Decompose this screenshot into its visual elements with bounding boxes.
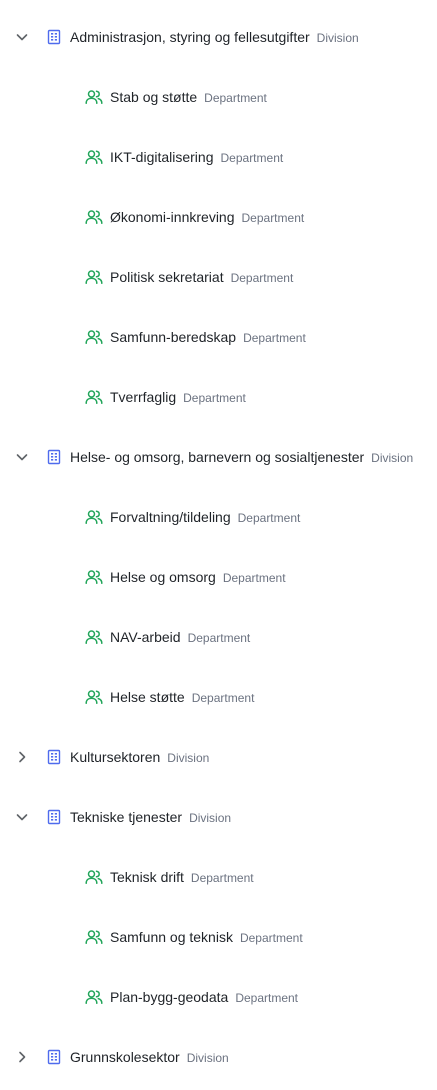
tree-item-label: Helse- og omsorg, barnevern og sosialtje… — [70, 449, 413, 465]
users-icon — [85, 89, 103, 105]
tree-row-division-grunnskolesektor[interactable]: Grunnskolesektor Division — [0, 1041, 437, 1073]
tree-row-department-politisk-sekretariat[interactable]: Politisk sekretariat Department — [0, 261, 437, 293]
division-name: Administrasjon, styring og fellesutgifte… — [70, 29, 310, 45]
node-type-label: Department — [230, 271, 294, 285]
tree-item-label: Stab og støtte Department — [110, 89, 267, 105]
building-icon — [47, 1049, 61, 1065]
tree-item-label: Samfunn og teknisk Department — [110, 929, 303, 945]
tree-row-department-helse-og-omsorg[interactable]: Helse og omsorg Department — [0, 561, 437, 593]
department-name: Forvaltning/tildeling — [110, 509, 231, 525]
tree-row-division-administrasjon-styring-og-fellesutgifter[interactable]: Administrasjon, styring og fellesutgifte… — [0, 21, 437, 53]
department-name: Stab og støtte — [110, 89, 198, 105]
node-type-label: Department — [243, 331, 306, 345]
tree-row-division-helse-og-omsorg-barnevern-og-sosialtjenester[interactable]: Helse- og omsorg, barnevern og sosialtje… — [0, 441, 437, 473]
department-name: IKT-digitalisering — [110, 149, 214, 165]
tree-row-department-okonomi-innkreving[interactable]: Økonomi-innkreving Department — [0, 201, 437, 233]
chevron-right-icon[interactable] — [14, 749, 30, 765]
tree-item-label: Samfunn-beredskap Department — [110, 329, 306, 345]
node-type-label: Department — [237, 511, 301, 525]
building-icon — [47, 29, 61, 45]
tree-item-label: Tekniske tjenester Division — [70, 809, 231, 825]
tree-item-label: Politisk sekretariat Department — [110, 269, 293, 285]
building-icon — [47, 809, 61, 825]
department-name: NAV-arbeid — [110, 629, 181, 645]
tree-row-department-stab-og-stotte[interactable]: Stab og støtte Department — [0, 81, 437, 113]
node-type-label: Department — [204, 91, 267, 105]
users-icon — [85, 569, 103, 585]
chevron-down-icon[interactable] — [14, 449, 30, 465]
users-icon — [85, 629, 103, 645]
department-name: Politisk sekretariat — [110, 269, 224, 285]
tree-item-label: Kultursektoren Division — [70, 749, 209, 765]
tree-item-label: Grunnskolesektor Division — [70, 1049, 229, 1065]
users-icon — [85, 209, 103, 225]
tree-item-label: Teknisk drift Department — [110, 869, 254, 885]
department-name: Økonomi-innkreving — [110, 209, 235, 225]
tree-item-label: Forvaltning/tildeling Department — [110, 509, 300, 525]
node-type-label: Department — [191, 691, 255, 705]
tree-row-department-nav-arbeid[interactable]: NAV-arbeid Department — [0, 621, 437, 653]
department-name: Tverrfaglig — [110, 389, 177, 405]
node-type-label: Department — [241, 211, 305, 225]
division-name: Tekniske tjenester — [70, 809, 183, 825]
users-icon — [85, 269, 103, 285]
users-icon — [85, 329, 103, 345]
node-type-label: Department — [235, 991, 299, 1005]
building-icon — [47, 449, 61, 465]
node-type-label: Division — [167, 751, 210, 765]
building-icon — [47, 749, 61, 765]
tree-item-label: NAV-arbeid Department — [110, 629, 250, 645]
tree-item-label: Administrasjon, styring og fellesutgifte… — [70, 29, 359, 45]
chevron-right-icon[interactable] — [14, 1049, 30, 1065]
node-type-label: Department — [183, 391, 246, 405]
chevron-down-icon[interactable] — [14, 809, 30, 825]
tree-row-department-plan-bygg-geodata[interactable]: Plan-bygg-geodata Department — [0, 981, 437, 1013]
department-name: Helse støtte — [110, 689, 185, 705]
node-type-label: Division — [189, 811, 232, 825]
node-type-label: Division — [186, 1051, 229, 1065]
division-name: Grunnskolesektor — [70, 1049, 180, 1065]
users-icon — [85, 869, 103, 885]
node-type-label: Department — [220, 151, 284, 165]
tree-item-label: Helse og omsorg Department — [110, 569, 286, 585]
node-type-label: Department — [239, 931, 303, 945]
users-icon — [85, 509, 103, 525]
division-name: Helse- og omsorg, barnevern og sosialtje… — [70, 449, 365, 465]
users-icon — [85, 989, 103, 1005]
tree-row-department-teknisk-drift[interactable]: Teknisk drift Department — [0, 861, 437, 893]
users-icon — [85, 689, 103, 705]
tree-row-department-helse-stotte[interactable]: Helse støtte Department — [0, 681, 437, 713]
users-icon — [85, 929, 103, 945]
tree-row-department-samfunn-beredskap[interactable]: Samfunn-beredskap Department — [0, 321, 437, 353]
tree-row-department-forvaltning-tildeling[interactable]: Forvaltning/tildeling Department — [0, 501, 437, 533]
node-type-label: Department — [222, 571, 286, 585]
department-name: Teknisk drift — [110, 869, 184, 885]
node-type-label: Department — [190, 871, 254, 885]
tree-row-department-samfunn-og-teknisk[interactable]: Samfunn og teknisk Department — [0, 921, 437, 953]
tree-row-division-tekniske-tjenester[interactable]: Tekniske tjenester Division — [0, 801, 437, 833]
tree-item-label: Helse støtte Department — [110, 689, 254, 705]
department-name: Helse og omsorg — [110, 569, 216, 585]
tree-item-label: Økonomi-innkreving Department — [110, 209, 304, 225]
users-icon — [85, 389, 103, 405]
tree-item-label: Tverrfaglig Department — [110, 389, 246, 405]
department-name: Samfunn og teknisk — [110, 929, 233, 945]
node-type-label: Department — [187, 631, 251, 645]
users-icon — [85, 149, 103, 165]
department-name: Samfunn-beredskap — [110, 329, 237, 345]
org-tree: Administrasjon, styring og fellesutgifte… — [0, 0, 437, 1090]
chevron-down-icon[interactable] — [14, 29, 30, 45]
department-name: Plan-bygg-geodata — [110, 989, 229, 1005]
tree-row-department-ikt-digitalisering[interactable]: IKT-digitalisering Department — [0, 141, 437, 173]
node-type-label: Division — [316, 31, 359, 45]
tree-row-department-tverrfaglig[interactable]: Tverrfaglig Department — [0, 381, 437, 413]
tree-row-division-kultursektoren[interactable]: Kultursektoren Division — [0, 741, 437, 773]
division-name: Kultursektoren — [70, 749, 161, 765]
node-type-label: Division — [371, 451, 414, 465]
tree-item-label: IKT-digitalisering Department — [110, 149, 283, 165]
tree-item-label: Plan-bygg-geodata Department — [110, 989, 298, 1005]
